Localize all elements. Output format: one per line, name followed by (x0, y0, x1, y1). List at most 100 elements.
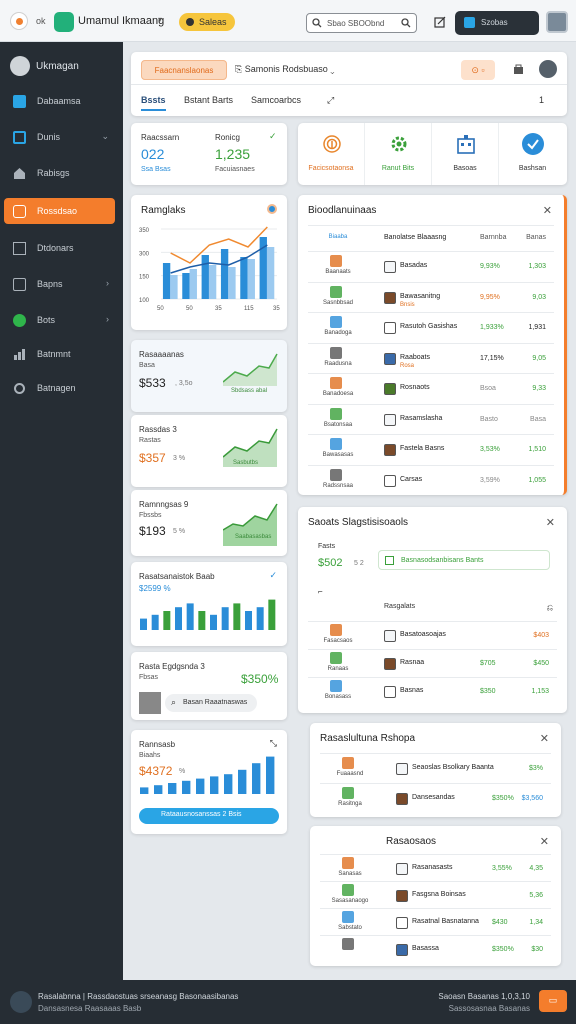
row-thumbnail (396, 763, 408, 775)
sidebar-item-dashboard[interactable]: Dabaamsa (4, 88, 115, 114)
table-row[interactable]: Bonasass Basnas $350 1,153 (308, 677, 557, 705)
check-icon: ✓ (269, 131, 277, 141)
table-row[interactable]: Ranaas Rasnaa $705 $450 (308, 649, 557, 677)
bar[interactable] (247, 259, 255, 299)
kpi-left-sub: Ssa Bsas (141, 166, 171, 173)
table-row[interactable]: Bawasasas Fastela Basns 3,53% 1,510 (308, 434, 554, 465)
close-icon[interactable]: ✕ (543, 204, 552, 217)
row-icon (330, 652, 342, 664)
pager[interactable]: 1 (539, 95, 544, 105)
table-row[interactable]: Banadoesa Rosnaots Bsoa 9,33 (308, 373, 554, 404)
logo-icon[interactable] (10, 12, 28, 30)
table-row[interactable]: Sanasas Rasanasasts 3,55% 4,35 (320, 854, 551, 881)
search-submit-icon[interactable] (401, 18, 411, 28)
sidebar-item-units[interactable]: Dunis ⌄ (4, 124, 115, 150)
row-value: 3,53% (480, 446, 500, 453)
spark-bar (238, 769, 247, 794)
sales-pill-button[interactable]: Saleas (179, 13, 235, 31)
filter-dropdown[interactable]: ⎘ Samonis Rodsbuaso ⌄ (235, 64, 335, 75)
table-row[interactable]: Sasasanaogo Fasgsna Boinsas 5,36 (320, 881, 551, 908)
sidebar-item-list[interactable]: Dtdonars (4, 235, 115, 261)
bar[interactable] (162, 263, 171, 299)
pill-label: Rataausnosanssas 2 Bsis (161, 811, 242, 818)
avatar[interactable] (546, 11, 568, 33)
close-icon[interactable]: ✕ (540, 835, 549, 848)
bar[interactable] (189, 269, 197, 299)
transactions-button[interactable]: Faacnanslaonas (141, 60, 227, 80)
edit-icon[interactable] (434, 16, 446, 28)
expand-icon[interactable]: ⤢ (327, 95, 334, 106)
bag-icon[interactable] (513, 64, 524, 75)
table-row[interactable]: Bsatonsaa Rasamslasha Basto Basa (308, 403, 554, 435)
input-field[interactable]: Basnasodsanbisans Bants (378, 550, 550, 570)
search-input[interactable]: Sbao SBOObnd (306, 13, 417, 33)
status-button[interactable]: Szobas (455, 11, 539, 35)
small-card-4: Rasatsanaistok Baab $2599 % ✓ (131, 562, 287, 646)
blue-pill-button[interactable]: Rataausnosanssas 2 Bsis (139, 808, 279, 824)
row-icon (330, 680, 342, 692)
table-row[interactable]: Sasnbbsad Bawasanitng Bnsis 9,95% 9,03 (308, 281, 554, 313)
bar[interactable] (266, 247, 275, 299)
tab-bssts[interactable]: Bssts (141, 95, 166, 111)
spark-bar (163, 611, 171, 630)
row-value: $30 (531, 946, 543, 953)
orange-action-button[interactable]: ⊙ ▫ (461, 60, 495, 80)
row-name: Rasatnal Basnatanna (412, 918, 479, 925)
sidebar-item-label: Bapns (37, 279, 63, 289)
table-row[interactable]: Radssnsaa Carsas 3,59% 1,055 (308, 464, 554, 496)
row-name: Fasgsna Boinsas (412, 891, 466, 898)
table-row[interactable]: Fasacsaos Basatoasoajas $403 (308, 621, 557, 649)
table-row[interactable]: Sabstato Rasatnal Basnatanna $430 1,34 (320, 908, 551, 935)
bar[interactable] (220, 249, 229, 299)
sidebar-item-settings[interactable]: Batnagen (4, 375, 115, 401)
shortcut-gear[interactable]: Ranut Bits (365, 123, 432, 185)
sidebar-item-apps[interactable]: Bapns › (4, 271, 115, 297)
kpi-right-sub: Facuiasnaes (215, 166, 255, 173)
spark-bar (151, 614, 159, 630)
bar[interactable] (228, 267, 236, 299)
bar[interactable] (182, 273, 190, 299)
close-icon[interactable]: ✕ (546, 516, 555, 529)
table-row[interactable]: Raadusna Raaboats Rosa 17,15% 9,05 (308, 342, 554, 374)
chevron-down-icon[interactable]: ▾ (158, 15, 162, 24)
card-value: $350% (241, 672, 279, 686)
tab-instant-barts[interactable]: Bstant Barts (184, 95, 233, 105)
ok-label[interactable]: ok (36, 16, 46, 26)
sidebar-item-bots[interactable]: Bots › (4, 307, 115, 333)
sidebar-item-reports[interactable]: Batnmnt (4, 341, 115, 367)
row-sub: Radssnsaa (322, 482, 354, 489)
avatar[interactable] (539, 60, 557, 78)
table-row[interactable]: Basassa $350% $30 (320, 935, 551, 962)
bar[interactable] (201, 255, 209, 299)
expand-icon[interactable]: ⤡ (270, 738, 277, 749)
row-name: Bawasanitng (400, 292, 441, 300)
app-name[interactable]: Umamul Ikmaang (78, 15, 164, 27)
sidebar-user[interactable]: Ukmagan (10, 56, 120, 78)
shortcut-building[interactable]: Basoas (432, 123, 499, 185)
row-value: $3,560 (521, 795, 543, 802)
chat-button[interactable]: ▭ (539, 990, 567, 1012)
app-icon[interactable] (54, 12, 74, 32)
table-row[interactable]: Banadoga Rasutoh Gasishas 1,933% 1,931 (308, 312, 554, 343)
export-icon[interactable]: ⎌ (547, 603, 553, 613)
sidebar-item-label: Dtdonars (37, 243, 74, 253)
sidebar-item-home[interactable]: Rabisgs (4, 160, 115, 186)
tab-samcoarbcs[interactable]: Samcoarbcs (251, 95, 301, 105)
close-icon[interactable]: ✕ (540, 732, 549, 745)
table-row[interactable]: Rasitnga Dansesandas $350% $3,560 (320, 783, 551, 813)
table-row[interactable]: Fuaaasnd Seaoslas Bsolkary Baanta $3% (320, 753, 551, 783)
bar[interactable] (170, 275, 178, 299)
bar[interactable] (208, 265, 217, 299)
table-row[interactable]: Baanaats Basadas 9,93% 1,303 (308, 251, 554, 282)
shortcut-fingerprint[interactable]: Facicsotaonsa (298, 123, 365, 185)
shortcut-check[interactable]: Bashsan (499, 123, 566, 185)
bar[interactable] (240, 257, 248, 299)
search-input[interactable]: ⌕ Basan Raaatnaswas (165, 694, 257, 712)
row-name: Rasnaa (400, 659, 425, 666)
sidebar-item-active[interactable]: Rossdsao (4, 198, 115, 224)
row-value: $705 (480, 660, 496, 667)
gear-icon (388, 133, 410, 155)
row-thumbnail (396, 890, 408, 902)
row-value: $3% (528, 765, 543, 772)
row-name: Basassa (412, 945, 439, 952)
